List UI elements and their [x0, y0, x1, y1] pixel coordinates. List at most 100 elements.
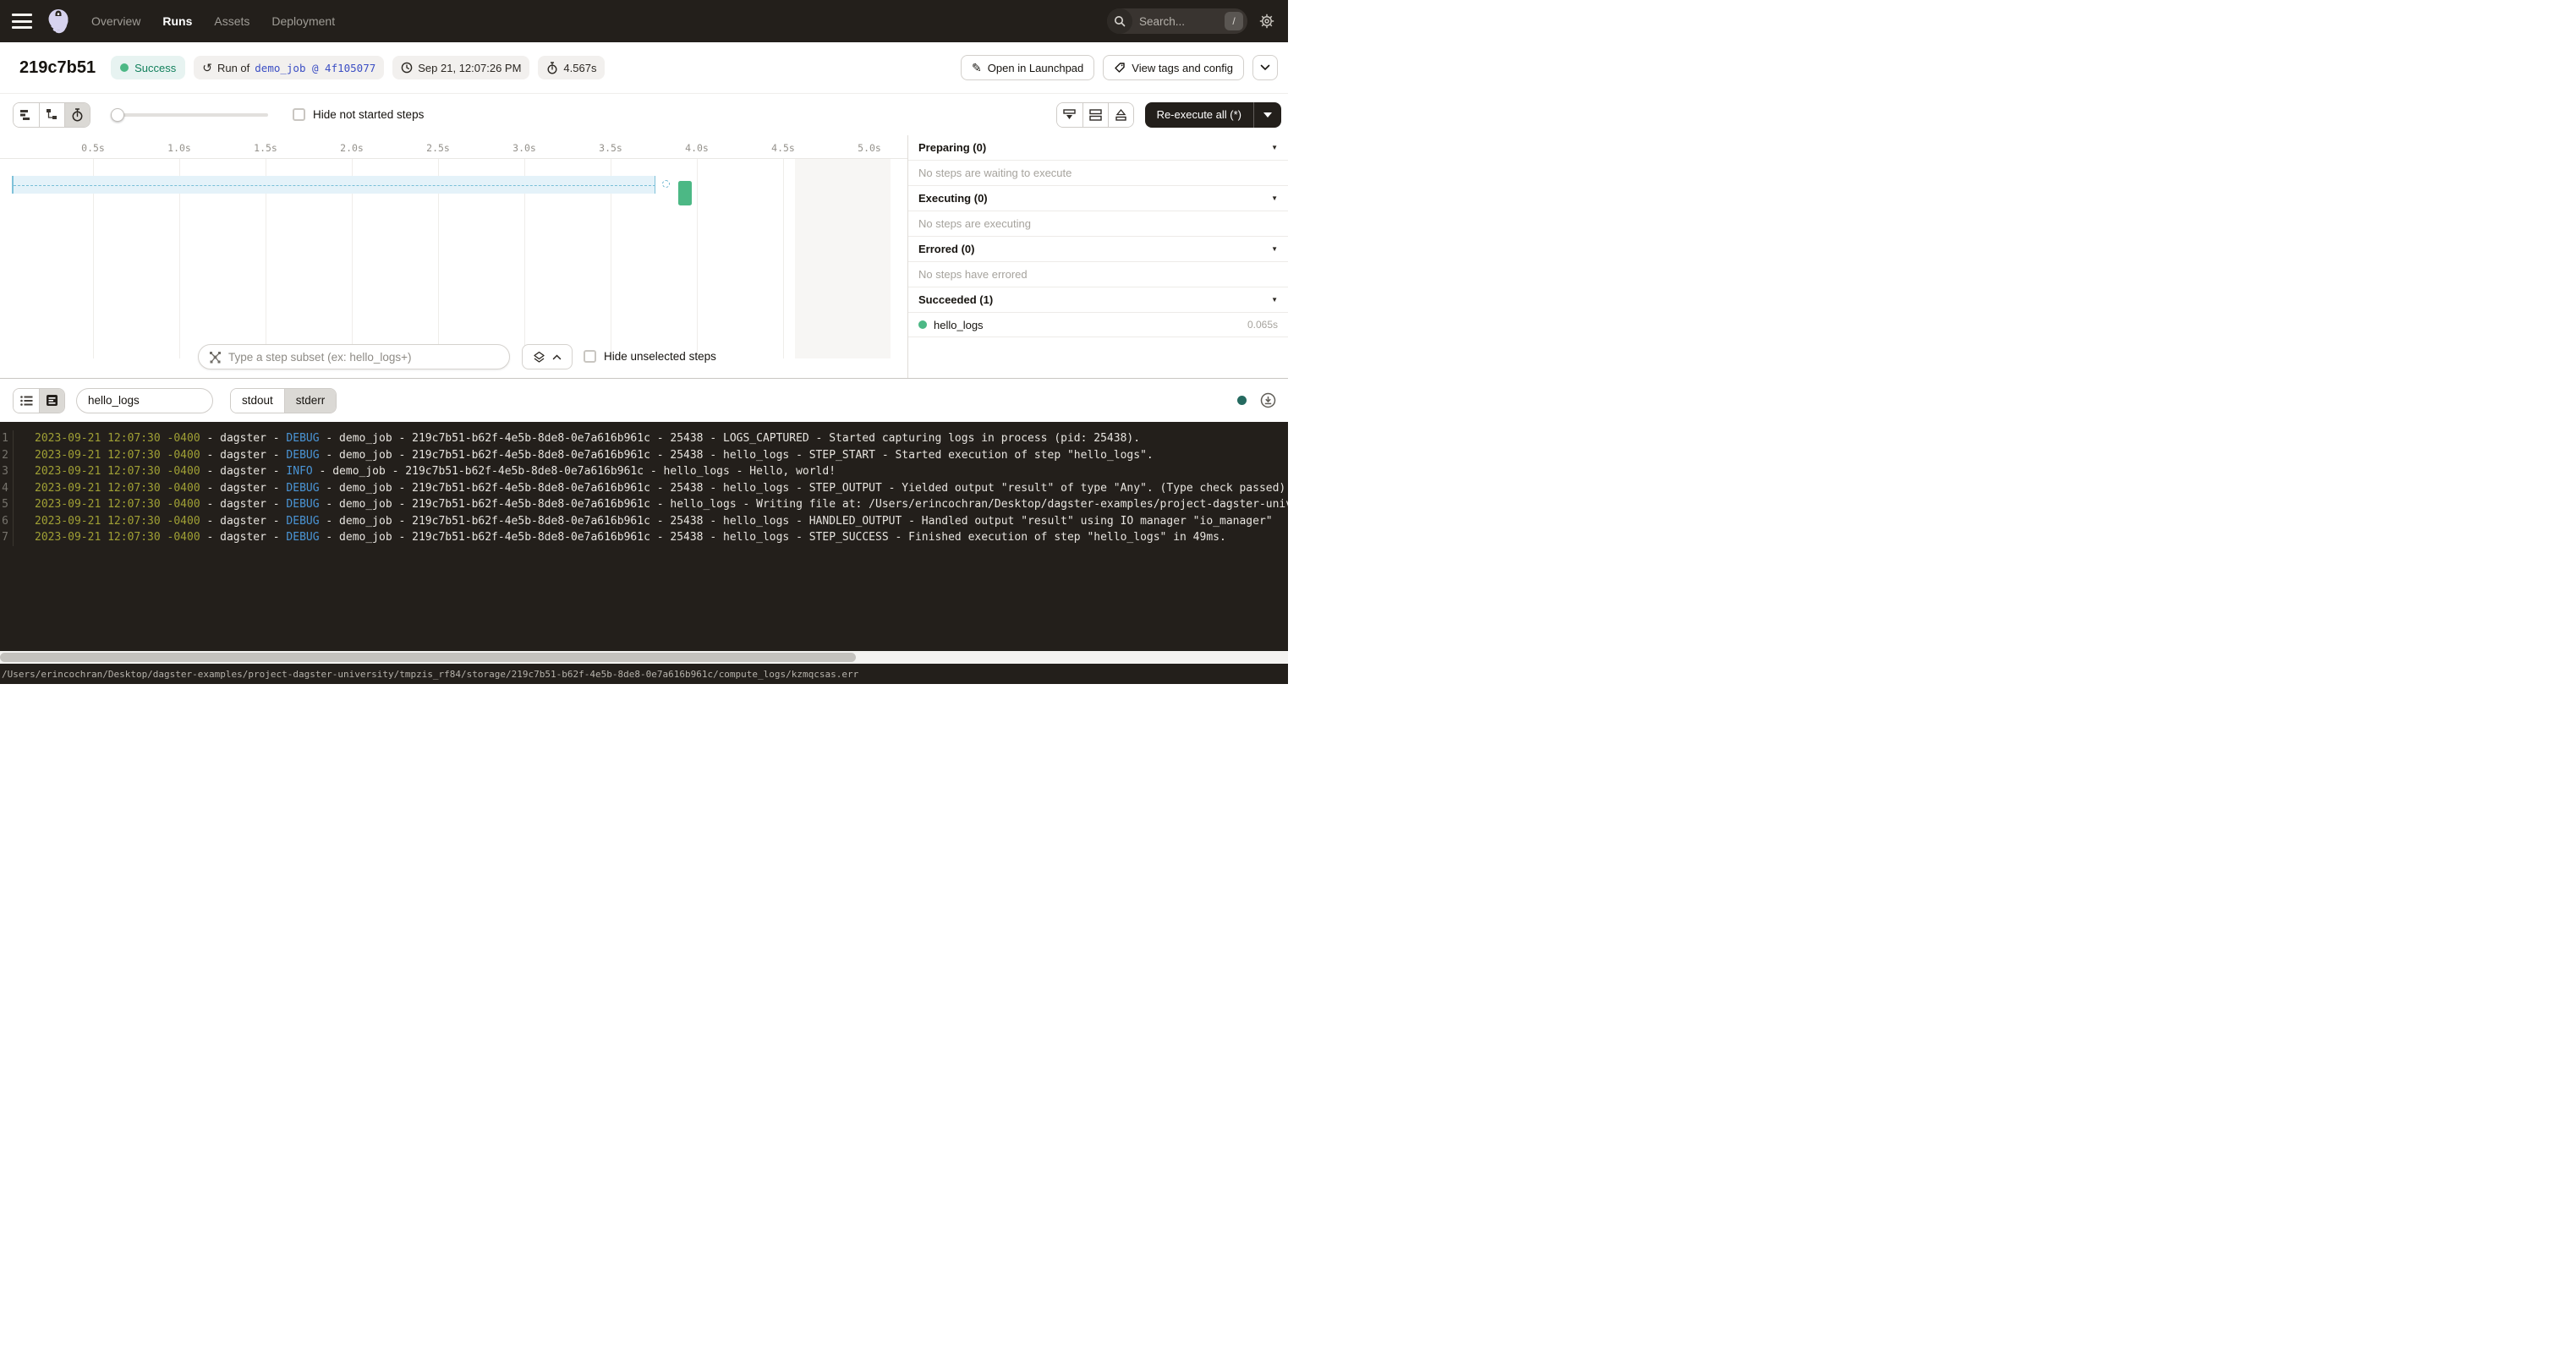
chevron-down-icon: [1260, 64, 1270, 71]
hide-unselected-checkbox[interactable]: [584, 350, 596, 363]
step-marker-circle: [662, 180, 670, 188]
download-icon: [1260, 392, 1276, 408]
gantt-axis: 0.5s1.0s1.5s2.0s2.5s3.0s3.5s4.0s4.5s5.0s: [0, 140, 907, 159]
axis-tick-label: 1.5s: [254, 142, 277, 154]
view-flat-button[interactable]: [14, 103, 39, 127]
download-logs-button[interactable]: [1260, 392, 1276, 408]
log-line: 22023-09-21 12:07:30 -0400 - dagster - D…: [0, 447, 1288, 464]
log-file-path: /Users/erincochran/Desktop/dagster-examp…: [0, 669, 858, 680]
after-run-region: [795, 159, 891, 358]
gantt-step-bar-hello-logs[interactable]: [678, 181, 692, 205]
caret-down-icon: ▼: [1271, 245, 1278, 253]
split-panels-button[interactable]: [1082, 103, 1108, 127]
reexecute-caret-button[interactable]: [1253, 102, 1281, 128]
axis-tick-label: 1.0s: [167, 142, 191, 154]
graph-query-toggle-button[interactable]: [522, 344, 573, 369]
axis-tick-label: 2.5s: [426, 142, 450, 154]
log-line: 62023-09-21 12:07:30 -0400 - dagster - D…: [0, 513, 1288, 530]
gridline: [783, 159, 784, 358]
scrollbar-thumb[interactable]: [0, 653, 856, 662]
caret-down-icon: ▼: [1271, 296, 1278, 304]
section-executing-empty: No steps are executing: [908, 211, 1288, 237]
step-subset-placeholder: Type a step subset (ex: hello_logs+): [228, 351, 412, 364]
axis-tick-label: 0.5s: [81, 142, 105, 154]
step-subset-input[interactable]: Type a step subset (ex: hello_logs+): [198, 344, 510, 369]
settings-gear-icon[interactable]: [1259, 14, 1274, 29]
nav-links: Overview Runs Assets Deployment: [91, 14, 335, 28]
caret-down-icon: [1263, 112, 1272, 118]
status-dot-icon: [120, 63, 129, 72]
timestamp-pill: Sep 21, 12:07:26 PM: [392, 56, 529, 79]
hamburger-menu-icon[interactable]: [12, 14, 32, 29]
expand-panel-up-button[interactable]: [1108, 103, 1133, 127]
panel-layout-group: [1056, 102, 1134, 128]
stream-tabs: stdout stderr: [230, 388, 337, 413]
chevron-up-icon: [552, 354, 562, 360]
axis-tick-label: 5.0s: [858, 142, 881, 154]
log-view: 12023-09-21 12:07:30 -0400 - dagster - D…: [0, 422, 1288, 651]
run-of-prefix: Run of: [217, 62, 249, 74]
hide-not-started-checkbox[interactable]: [293, 108, 305, 121]
axis-tick-label: 3.5s: [599, 142, 622, 154]
log-step-filter-input[interactable]: hello_logs: [76, 388, 213, 413]
view-timed-button[interactable]: [64, 103, 90, 127]
log-line: 52023-09-21 12:07:30 -0400 - dagster - D…: [0, 496, 1288, 513]
gantt-toolbar: Hide not started steps Re-execute all (*…: [0, 94, 1288, 135]
view-waterfall-button[interactable]: [39, 103, 64, 127]
duration-pill: 4.567s: [538, 56, 605, 79]
run-duration: 4.567s: [563, 62, 596, 74]
tab-stderr[interactable]: stderr: [284, 389, 337, 413]
log-toolbar: hello_logs stdout stderr: [0, 379, 1288, 422]
section-errored-empty: No steps have errored: [908, 262, 1288, 287]
log-line: 42023-09-21 12:07:30 -0400 - dagster - D…: [0, 480, 1288, 497]
open-in-launchpad-button[interactable]: ✎ Open in Launchpad: [961, 55, 1094, 80]
section-succeeded-header[interactable]: Succeeded (1)▼: [908, 287, 1288, 313]
hide-unselected-checkline: Hide unselected steps: [584, 350, 716, 363]
gridline: [697, 159, 698, 358]
hide-unselected-label: Hide unselected steps: [604, 350, 716, 363]
horizontal-scrollbar[interactable]: [0, 651, 1288, 664]
gantt-zoom-slider[interactable]: [111, 108, 268, 122]
run-actions-chevron-button[interactable]: [1252, 55, 1278, 80]
search-input[interactable]: Search... /: [1107, 8, 1247, 34]
gantt-pane: Hide not started steps Re-execute all (*…: [0, 94, 1288, 379]
stopwatch-icon: [546, 62, 558, 74]
log-line: 32023-09-21 12:07:30 -0400 - dagster - I…: [0, 463, 1288, 480]
view-tags-config-button[interactable]: View tags and config: [1103, 55, 1244, 80]
axis-tick-label: 4.5s: [771, 142, 795, 154]
succeeded-step-row[interactable]: hello_logs 0.065s: [908, 313, 1288, 337]
status-badge: Success: [111, 56, 185, 79]
collapse-panel-down-button[interactable]: [1057, 103, 1082, 127]
run-header: 219c7b51 Success ↺ Run of demo_job @ 4f1…: [0, 42, 1288, 94]
tab-stdout[interactable]: stdout: [231, 389, 284, 413]
nav-item-deployment[interactable]: Deployment: [271, 14, 335, 28]
log-filter-value: hello_logs: [88, 394, 140, 407]
gantt-view-mode-group: [13, 102, 90, 128]
hide-not-started-checkline: Hide not started steps: [293, 108, 424, 121]
log-line: 72023-09-21 12:07:30 -0400 - dagster - D…: [0, 529, 1288, 546]
slider-handle[interactable]: [111, 108, 124, 122]
structured-logs-button[interactable]: [14, 389, 39, 413]
step-success-dot-icon: [918, 320, 927, 329]
reexecute-all-button[interactable]: Re-execute all (*): [1145, 102, 1281, 128]
job-link[interactable]: demo_job @ 4f105077: [255, 62, 375, 74]
nav-item-assets[interactable]: Assets: [214, 14, 249, 28]
section-preparing-header[interactable]: Preparing (0)▼: [908, 135, 1288, 161]
caret-down-icon: ▼: [1271, 144, 1278, 151]
raw-logs-button[interactable]: [39, 389, 64, 413]
log-pane: hello_logs stdout stderr 12023-09-21 12:…: [0, 379, 1288, 684]
dagster-app: Overview Runs Assets Deployment Search..…: [0, 0, 1288, 684]
top-nav: Overview Runs Assets Deployment Search..…: [0, 0, 1288, 42]
run-duration-band: [12, 176, 655, 194]
dagster-logo-icon[interactable]: [44, 7, 73, 36]
search-icon: [1107, 8, 1132, 34]
step-status-panel: Preparing (0)▼ No steps are waiting to e…: [907, 135, 1288, 378]
nav-item-overview[interactable]: Overview: [91, 14, 140, 28]
op-selector-icon: [209, 351, 222, 364]
nav-item-runs[interactable]: Runs: [162, 14, 192, 28]
section-executing-header[interactable]: Executing (0)▼: [908, 186, 1288, 211]
caret-down-icon: ▼: [1271, 194, 1278, 202]
log-footer-bar: /Users/erincochran/Desktop/dagster-examp…: [0, 664, 1288, 684]
pencil-icon: ✎: [972, 61, 982, 75]
section-errored-header[interactable]: Errored (0)▼: [908, 237, 1288, 262]
